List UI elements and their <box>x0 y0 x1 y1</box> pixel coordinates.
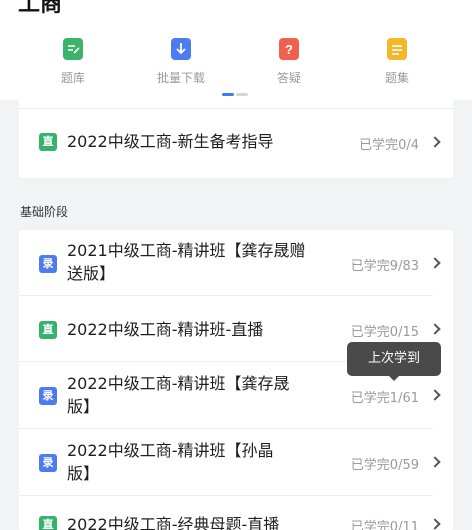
course-title: 2022中级工商-精讲班-直播 <box>67 320 264 339</box>
page-title: 工商 <box>18 0 63 17</box>
nav-question-bank-label: 题库 <box>60 71 85 85</box>
course-progress: 已学完0/59 <box>350 458 419 473</box>
nav-qa-label: 答疑 <box>276 71 301 85</box>
nav-question-set-label: 题集 <box>384 71 409 85</box>
section-title: 基础阶段 <box>20 205 69 219</box>
tooltip-arrow <box>388 375 400 381</box>
chevron-right-icon <box>429 257 441 269</box>
course-row[interactable]: 直 2022中级工商-经典母题-直播 已学完0/11 <box>19 496 453 530</box>
course-title: 2022中级工商-精讲班【孙晶版】 <box>67 441 274 483</box>
course-title: 2022中级工商-经典母题-直播 <box>67 515 280 530</box>
recorded-badge: 录 <box>39 387 57 405</box>
recorded-badge: 录 <box>39 255 57 273</box>
course-row[interactable]: 录 2022中级工商-精讲班【孙晶版】 已学完0/59 <box>19 429 453 496</box>
recorded-badge: 录 <box>39 454 57 472</box>
course-title: 2021中级工商-精讲班【龚存晟赠送版】 <box>67 241 306 283</box>
divider <box>19 108 453 109</box>
course-progress: 已学完1/61 <box>350 391 419 406</box>
chevron-right-icon <box>429 389 441 401</box>
last-studied-tooltip: 上次学到 <box>347 342 441 376</box>
course-card-intro: 直 2022中级工商-新生备考指导 已学完0/4 <box>19 96 453 178</box>
course-progress: 已学完0/4 <box>359 138 419 153</box>
course-title: 2022中级工商-精讲班【龚存晟版】 <box>67 374 290 416</box>
live-badge: 直 <box>39 321 57 339</box>
nav-qa[interactable]: ? 答疑 <box>249 38 329 92</box>
course-progress: 已学完9/83 <box>350 259 419 274</box>
course-progress: 已学完0/15 <box>350 325 419 340</box>
live-badge: 直 <box>39 133 57 151</box>
nav-question-bank[interactable]: 题库 <box>33 38 113 92</box>
quick-nav: 题库 批量下载 ? 答疑 题集 <box>0 38 472 92</box>
course-progress: 已学完0/11 <box>350 520 419 530</box>
course-row[interactable]: 录 2021中级工商-精讲班【龚存晟赠送版】 已学完9/83 <box>19 230 453 296</box>
course-title: 2022中级工商-新生备考指导 <box>67 132 274 151</box>
svg-text:?: ? <box>285 42 293 57</box>
live-badge: 直 <box>39 516 57 530</box>
nav-batch-download[interactable]: 批量下载 <box>141 38 221 92</box>
chevron-right-icon <box>429 136 441 148</box>
document-icon <box>387 38 407 60</box>
nav-batch-download-label: 批量下载 <box>156 71 205 85</box>
app-header: 工商 题库 批量下载 ? 答疑 题集 <box>0 0 472 100</box>
question-bank-icon <box>63 38 83 60</box>
download-icon <box>171 38 191 60</box>
chevron-right-icon <box>429 323 441 335</box>
question-mark-icon: ? <box>279 38 299 60</box>
chevron-right-icon <box>429 456 441 468</box>
chevron-right-icon <box>429 518 441 530</box>
course-row[interactable]: 直 2022中级工商-新生备考指导 已学完0/4 <box>19 124 453 160</box>
nav-question-set[interactable]: 题集 <box>357 38 437 92</box>
